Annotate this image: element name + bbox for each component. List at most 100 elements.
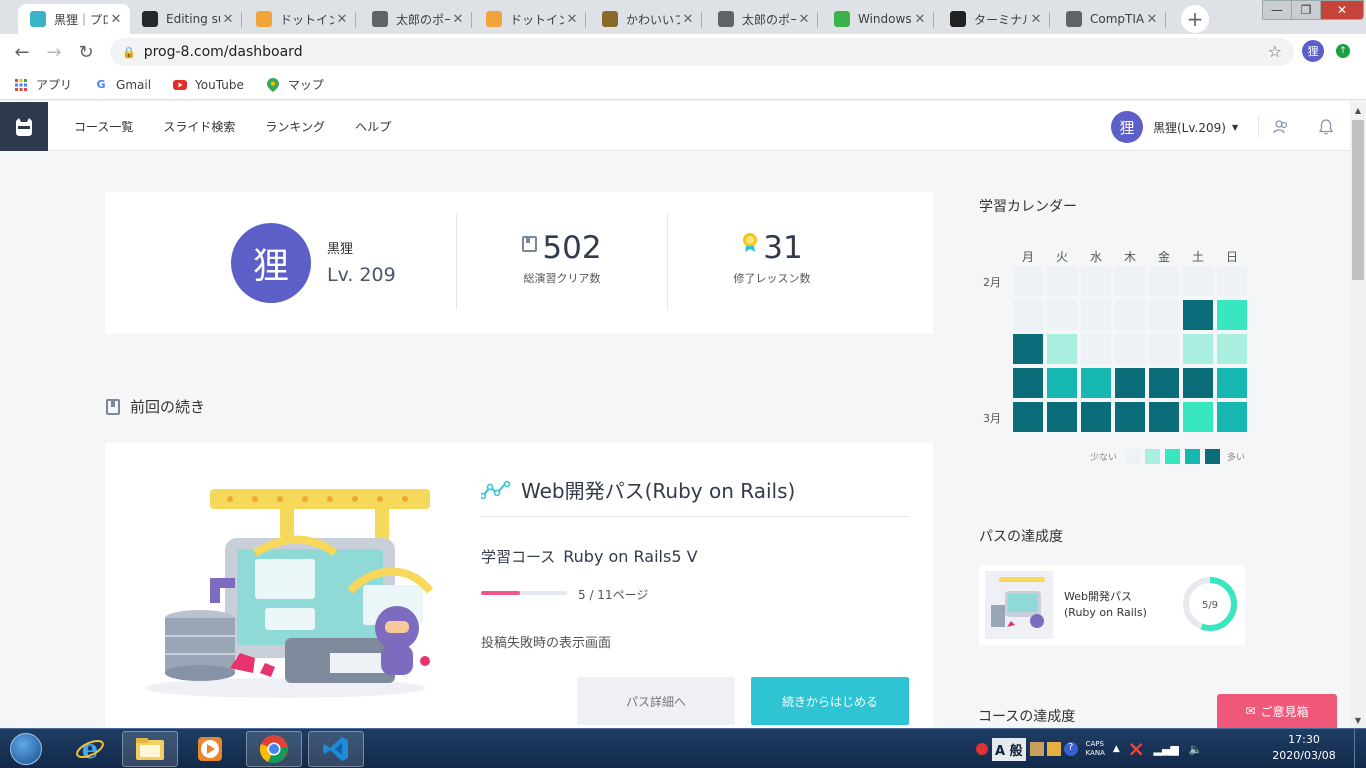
bookmark-star-icon[interactable]: ☆ (1268, 42, 1282, 61)
path-thumbnail (985, 571, 1053, 639)
nav-slide-search[interactable]: スライド検索 (163, 118, 235, 135)
scroll-up-icon[interactable]: ▲ (1350, 102, 1366, 118)
legend-low-label: 少ない (1090, 453, 1118, 463)
start-button[interactable] (4, 731, 48, 767)
calendar-day-cell (1217, 334, 1247, 364)
browser-tab[interactable]: 黒狸｜プロ✕ (18, 4, 130, 34)
tab-close-icon[interactable]: ✕ (1144, 12, 1160, 27)
tab-close-icon[interactable]: ✕ (108, 12, 124, 27)
scrollbar-thumb[interactable] (1352, 120, 1364, 280)
browser-tab[interactable]: 太郎のポー✕ (706, 4, 818, 34)
continue-section-title: 前回の続き (106, 396, 205, 417)
window-minimize-button[interactable]: — (1262, 0, 1292, 20)
clock[interactable]: 17:30 2020/03/08 (1268, 732, 1340, 764)
network-error-icon[interactable]: ❌ (1130, 743, 1144, 756)
tab-title: CompTIA (1090, 12, 1144, 26)
nav-help[interactable]: ヘルプ (355, 118, 391, 135)
calendar-day-cell (1013, 402, 1043, 432)
site-logo[interactable] (0, 102, 48, 151)
browser-tab[interactable]: CompTIA ✕ (1054, 4, 1166, 34)
path-progress-card[interactable]: Web開発パス(Ruby on Rails) 5/9 (979, 565, 1245, 645)
ninja-cat-logo-icon (16, 117, 32, 136)
tab-close-icon[interactable]: ✕ (796, 12, 812, 27)
continue-learning-button[interactable]: 続きからはじめる (751, 677, 909, 725)
bell-icon[interactable] (1317, 118, 1335, 136)
path-title[interactable]: Web開発パス(Ruby on Rails) (481, 475, 795, 504)
bookmark-maps[interactable]: マップ (266, 76, 324, 93)
feedback-button[interactable]: ✉ ご意見箱 (1217, 694, 1337, 728)
alert-icon[interactable] (976, 743, 988, 755)
path-detail-button[interactable]: パス詳細へ (577, 677, 735, 725)
browser-tab[interactable]: 太郎のポー✕ (360, 4, 472, 34)
page-scrollbar[interactable]: ▲ ▼ (1350, 102, 1366, 728)
calendar-month-label: 3月 (983, 412, 1001, 425)
calendar-day-cell (1217, 368, 1247, 398)
address-bar[interactable]: 🔒 prog-8.com/dashboard ☆ (110, 38, 1294, 66)
browser-tab[interactable]: ターミナル✕ (938, 4, 1050, 34)
browser-tab[interactable]: Windows ✕ (822, 4, 934, 34)
windows-taskbar: e A 般 ? CAPS KANA ▲ ❌ ▂▄▆ 🔈 17:30 2020/0… (0, 728, 1366, 768)
vscode-icon[interactable] (308, 731, 364, 767)
media-player-icon[interactable] (182, 731, 238, 767)
browser-tab[interactable]: Editing su ✕ (130, 4, 242, 34)
ime-indicator[interactable]: A 般 (992, 737, 1026, 761)
browser-tab[interactable]: かわいいフ✕ (590, 4, 702, 34)
calendar-day-cell (1183, 300, 1213, 330)
browser-tab[interactable]: ドットインス✕ (474, 4, 586, 34)
tab-close-icon[interactable]: ✕ (912, 12, 928, 27)
tab-close-icon[interactable]: ✕ (680, 12, 696, 27)
volume-icon[interactable]: 🔈 (1189, 743, 1203, 756)
book-icon (106, 398, 120, 415)
tab-title: 黒狸｜プロ (54, 12, 108, 27)
profile-summary-card: 狸 黒狸 Lv. 209 502 総演習クリア数 31 修了レッスン数 (105, 192, 933, 334)
tray-app-icon[interactable] (1046, 742, 1061, 756)
stat-value: 31 (763, 230, 803, 266)
ie-icon[interactable]: e (62, 731, 118, 767)
tray-app-icon[interactable] (1029, 742, 1044, 756)
tab-close-icon[interactable]: ✕ (334, 12, 350, 27)
scroll-down-icon[interactable]: ▼ (1350, 712, 1366, 728)
calendar-weekday-label: 日 (1225, 250, 1238, 264)
tab-title: Windows (858, 12, 912, 26)
nav-ranking[interactable]: ランキング (265, 118, 325, 135)
bookmark-gmail[interactable]: G Gmail (94, 78, 152, 92)
window-maximize-button[interactable]: ❐ (1291, 0, 1321, 20)
site-nav: コース一覧 スライド検索 ランキング ヘルプ (74, 102, 421, 151)
signal-icon[interactable]: ▂▄▆ (1154, 743, 1179, 756)
calendar-month-label: 2月 (983, 276, 1001, 289)
legend-swatch (1125, 449, 1141, 464)
tab-close-icon[interactable]: ✕ (1028, 12, 1044, 27)
friends-icon[interactable] (1272, 118, 1290, 136)
box-icon (256, 11, 272, 27)
chrome-icon[interactable] (246, 731, 302, 767)
chevron-down-icon: ▼ (1231, 122, 1239, 132)
explorer-icon[interactable] (122, 731, 178, 767)
new-tab-button[interactable]: + (1181, 5, 1209, 33)
bookmark-youtube[interactable]: YouTube (173, 78, 244, 92)
help-icon[interactable]: ? (1063, 742, 1078, 756)
tab-close-icon[interactable]: ✕ (450, 12, 466, 27)
update-extension-icon[interactable]: ↑ (1336, 44, 1350, 58)
calendar-day-cell (1217, 266, 1247, 296)
calendar-day-cell (1183, 402, 1213, 432)
page-count: 5 / 11ページ (578, 588, 649, 602)
browser-tab-strip: 黒狸｜プロ✕Editing su✕ドットインス✕太郎のポー✕ドットインス✕かわい… (0, 0, 1366, 34)
window-close-button[interactable]: ✕ (1320, 0, 1364, 20)
calendar-day-cell (1115, 300, 1145, 330)
url-text: prog-8.com/dashboard (143, 44, 303, 60)
tray-overflow-icon[interactable]: ▲ (1113, 744, 1120, 754)
show-desktop-button[interactable] (1354, 729, 1366, 768)
bookmark-apps[interactable]: アプリ (14, 76, 72, 93)
progress-ratio-text: 5/9 (1202, 600, 1218, 611)
browser-profile-avatar[interactable]: 狸 (1302, 40, 1324, 62)
back-icon[interactable]: ← (10, 40, 34, 64)
forward-icon[interactable]: → (42, 40, 66, 64)
user-menu[interactable]: 狸 黒狸(Lv.209) ▼ (1111, 111, 1238, 143)
tab-close-icon[interactable]: ✕ (564, 12, 580, 27)
tab-close-icon[interactable]: ✕ (220, 12, 236, 27)
calendar-weekday-label: 水 (1089, 250, 1102, 264)
browser-tab[interactable]: ドットインス✕ (244, 4, 356, 34)
calendar-day-cell (1013, 266, 1043, 296)
reload-icon[interactable]: ↻ (74, 40, 98, 64)
nav-courses[interactable]: コース一覧 (74, 118, 133, 135)
